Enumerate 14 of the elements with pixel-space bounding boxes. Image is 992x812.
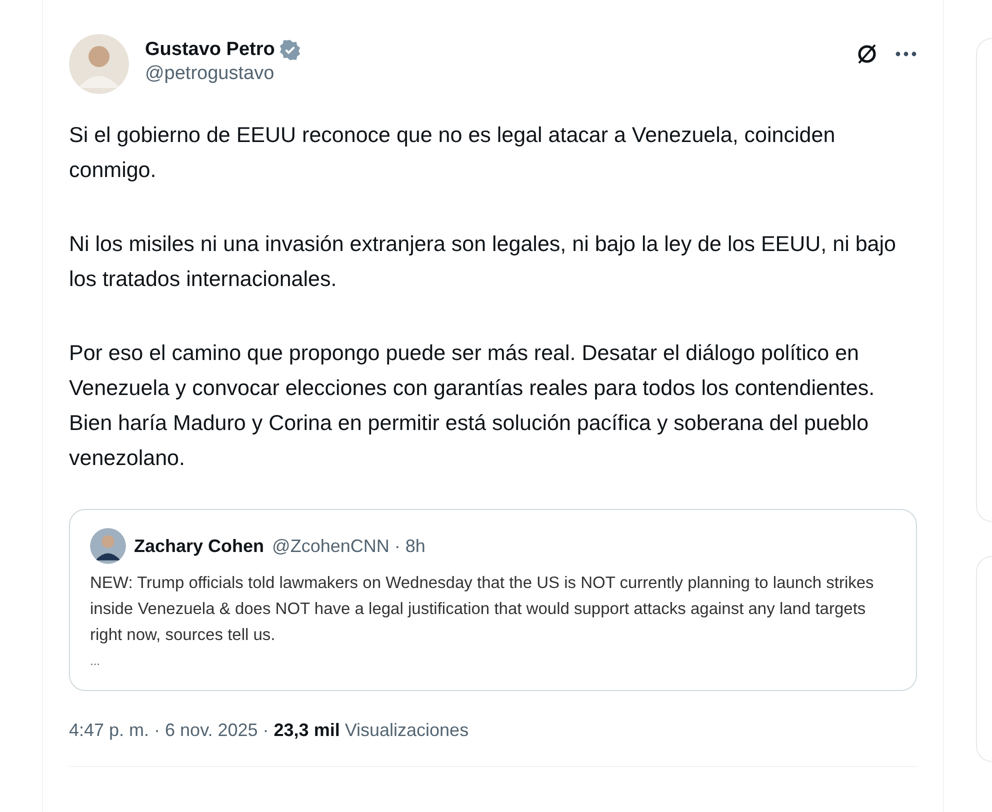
quoted-handle-time: @ZcohenCNN · 8h — [272, 534, 426, 558]
post-meta-text: 4:47 p. m. · 6 nov. 2025 · 23,3 mil Visualizaciones — [69, 720, 469, 740]
quoted-post-card[interactable] — [69, 509, 917, 691]
slashed-circle-icon[interactable] — [855, 42, 879, 66]
post-text: Por eso el camino que propongo puede ser más real. Desatar el diálogo político en Venezuela y convocar elecciones con garantías reales para todos los contendientes. Bien haría Maduro y Corina en permitir está solución pacífica y soberana del pueblo venezolano. — [69, 340, 876, 472]
more-icon[interactable] — [895, 50, 917, 58]
avatar[interactable] — [90, 528, 126, 564]
ellipsis-text: ... — [90, 653, 102, 670]
quoted-post-text: NEW: Trump officials told lawmakers on Wednesday that the US is NOT currently planning to launch strikes inside Venezuela & does NOT have a legal justification that would support attacks against any land targets right now, sources tell us. — [90, 573, 875, 646]
post-text: Si el gobierno de EEUU reconoce que no es legal atacar a Venezuela, coinciden conmigo. — [69, 122, 836, 184]
post-text: Ni los misiles ni una invasión extranjera son legales, ni bajo la ley de los EEUU, ni bajo los tratados internacionales. — [69, 231, 897, 293]
quoted-author-name: Zachary Cohen — [134, 534, 264, 558]
author-name[interactable]: Gustavo Petro — [145, 38, 275, 62]
author-handle[interactable]: @petrogustavo — [145, 62, 839, 86]
